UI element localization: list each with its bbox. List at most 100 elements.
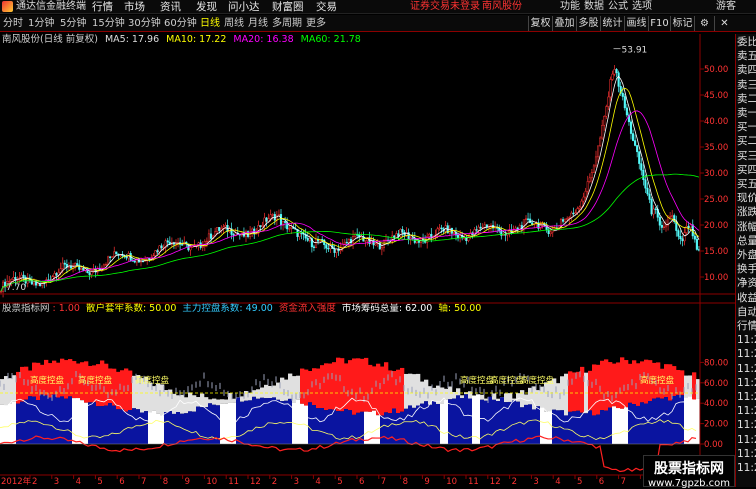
control-bar-top [588,371,592,411]
high-control-label: 高度控盘 [135,375,170,386]
menu-functions[interactable]: 功能 [560,0,580,14]
menu-discover[interactable]: 发现 [196,0,217,14]
menu-wealth-circle[interactable]: 财富圈 [272,0,304,14]
control-bar-base [184,413,188,444]
x-month-label: 12 [250,477,261,487]
period-multi[interactable]: 多周期 [272,17,302,30]
adjust-button[interactable]: 复权 [528,16,552,31]
control-bar-base [408,405,412,444]
login-notice[interactable]: 证券交易未登录 [410,0,480,14]
period-15min[interactable]: 15分钟 [92,17,125,30]
control-bar-top [352,358,356,414]
menu-trade[interactable]: 交易 [316,0,337,14]
user-guest[interactable]: 游客 [716,0,736,14]
control-bar-base [324,410,328,444]
period-60min[interactable]: 60分钟 [164,17,197,30]
candle [288,228,290,229]
candle [313,247,315,248]
control-bar-base [672,396,676,444]
control-bar-base [248,400,252,444]
candle [107,257,109,264]
control-bar-top [208,399,212,403]
control-bar-base [104,406,108,444]
sidebar-item: 11:29 [737,348,756,361]
control-bar-top [624,360,628,407]
period-5min[interactable]: 5分钟 [60,17,86,30]
period-30min[interactable]: 30分钟 [128,17,161,30]
control-bar-top [220,399,224,404]
multi-stock-button[interactable]: 多股 [576,16,600,31]
period-timeshare[interactable]: 分时 [3,17,23,30]
candle [605,107,607,117]
candle [21,275,23,278]
candle [603,116,605,125]
candle [599,138,601,146]
candle [89,273,91,275]
control-bar-top [536,390,540,406]
period-more[interactable]: 更多 [306,17,326,30]
sidebar-item: 11:29 [737,419,756,432]
candle [167,241,169,242]
menu-market[interactable]: 市场 [124,0,145,14]
candle [56,273,58,275]
draw-line-button[interactable]: 画线 [624,16,648,31]
stats-button[interactable]: 统计 [600,16,624,31]
control-bar-base [520,407,524,444]
control-bar-base [44,395,48,444]
control-bar-top [192,395,196,411]
candle [612,74,614,79]
candle [395,234,397,238]
sidebar-item: 总量 [737,235,756,248]
app-title: 通达信金融终端 [16,0,86,14]
stock-name-link[interactable]: 南风股份 [482,0,522,14]
candle [346,242,348,243]
control-bar-top [224,400,228,404]
candle [430,234,432,237]
period-1min[interactable]: 1分钟 [28,17,54,30]
candle [570,213,572,218]
x-month-label: 3 [533,477,538,487]
control-bar-base [444,400,448,444]
candle [402,229,404,232]
f10-button[interactable]: F10 [648,16,670,31]
control-bar-top [72,361,76,398]
control-bar-top [128,371,132,410]
candle [264,218,266,226]
sidebar-item: 买二 [737,135,756,148]
candle [64,263,66,264]
control-bar-base [252,397,256,444]
menu-data[interactable]: 数据 [584,0,604,14]
candle [416,241,418,243]
candle [365,241,367,242]
candle [181,244,183,245]
control-bar-base [532,409,536,444]
menu-news[interactable]: 资讯 [160,0,181,14]
close-icon[interactable]: ✕ [714,16,734,31]
control-bar-base [484,401,488,444]
candle [328,248,330,249]
control-bar-base [264,398,268,444]
menu-formula[interactable]: 公式 [608,0,628,14]
period-daily[interactable]: 日线 [200,17,220,30]
period-weekly[interactable]: 周线 [224,17,244,30]
control-bar-top [504,393,508,402]
mark-button[interactable]: 标记 [670,16,694,31]
menu-quotes[interactable]: 行情 [92,0,113,14]
menu-options[interactable]: 选项 [632,0,652,14]
x-month-label: 8 [403,477,408,487]
settings-gear-icon[interactable]: ⚙ [694,16,714,31]
candle [696,239,698,249]
sidebar-item: 11:29 [737,434,756,447]
control-bar-base [332,409,336,444]
candle [74,263,76,265]
candle [190,247,192,250]
chart-area[interactable]: 53.917.70 高度控盘高度控盘高度控盘高度控盘高度控盘高度控盘高度控盘 5… [0,32,735,487]
period-monthly[interactable]: 月线 [248,17,268,30]
control-bar-base [28,396,32,444]
control-bar-base [500,397,504,444]
overlay-button[interactable]: 叠加 [552,16,576,31]
menu-ask-xiaoda[interactable]: 问小达 [228,0,260,14]
candle [457,235,459,238]
candle [78,265,80,270]
sidebar-item: 自动 [737,306,756,319]
